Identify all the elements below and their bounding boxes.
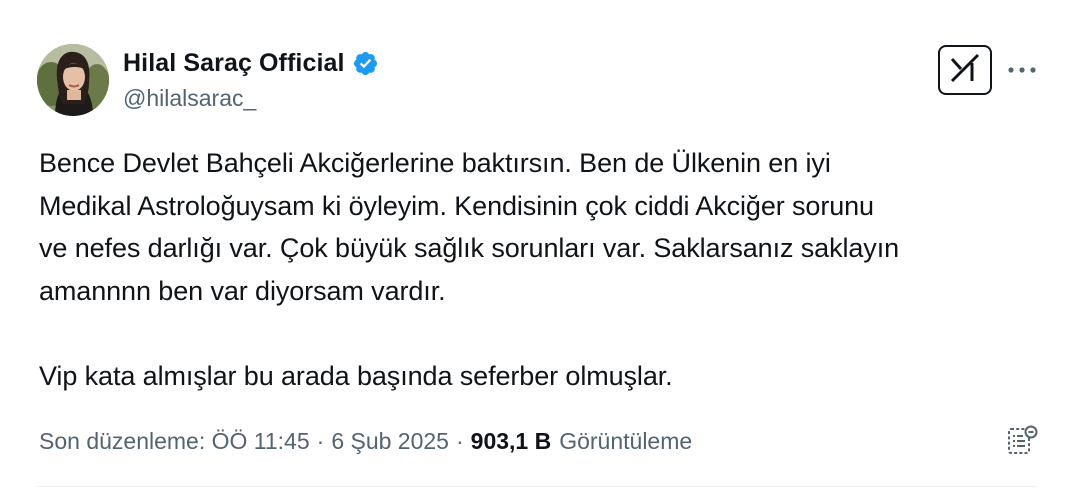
analytics-icon xyxy=(1006,424,1038,461)
more-icon xyxy=(1007,61,1037,79)
tweet-text-paragraph: Vip kata almışlar bu arada başında sefer… xyxy=(39,360,673,391)
tweet-text: Bence Devlet Bahçeli Akciğerlerine baktı… xyxy=(39,142,1039,397)
grok-icon xyxy=(948,52,982,89)
meta-separator: · xyxy=(316,427,325,454)
tweet-text-line: Medikal Astroloğuysam ki öyleyim. Kendis… xyxy=(39,190,874,221)
tweet-text-line: ve nefes darlığı var. Çok büyük sağlık s… xyxy=(39,233,900,263)
more-button[interactable] xyxy=(1002,54,1042,86)
tweet-text-line: amannnn ben var diyorsam vardır. xyxy=(39,275,446,306)
verified-badge-icon[interactable] xyxy=(352,50,379,77)
views-label: Görüntüleme xyxy=(559,427,693,454)
meta-separator: · xyxy=(455,427,464,454)
avatar[interactable] xyxy=(37,44,109,116)
tweet-text-line: Bence Devlet Bahçeli Akciğerlerine baktı… xyxy=(39,148,831,178)
author-display-name[interactable]: Hilal Saraç Official xyxy=(123,49,345,78)
author-handle[interactable]: @hilalsarac_ xyxy=(123,85,256,112)
edited-timestamp[interactable]: Son düzenleme: ÖÖ 11:45 xyxy=(39,428,310,455)
avatar-image xyxy=(37,44,109,116)
tweet-meta: Son düzenleme: ÖÖ 11:45 · 6 Şub 2025 · 9… xyxy=(39,425,692,457)
tweet-date[interactable]: 6 Şub 2025 xyxy=(331,428,449,455)
tweet-card: Hilal Saraç Official @hilalsarac_ Bence … xyxy=(0,0,1074,493)
views-count: 903,1 B xyxy=(470,427,552,454)
divider xyxy=(37,486,1037,487)
analytics-button[interactable] xyxy=(1004,424,1040,460)
author-name-row: Hilal Saraç Official xyxy=(123,47,379,79)
grok-button[interactable] xyxy=(938,45,992,95)
